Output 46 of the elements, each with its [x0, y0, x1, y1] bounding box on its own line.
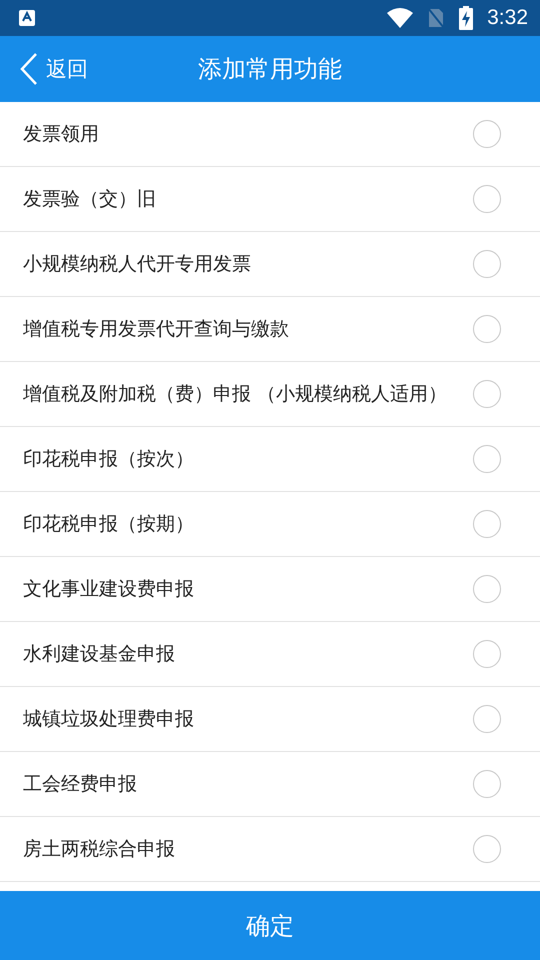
function-option[interactable]: 文化事业建设费申报: [0, 557, 540, 622]
radio-button[interactable]: [473, 770, 501, 798]
back-label: 返回: [46, 56, 88, 83]
no-sim-icon: [427, 7, 446, 29]
function-label: 文化事业建设费申报: [23, 577, 194, 602]
radio-button[interactable]: [473, 640, 501, 668]
radio-button[interactable]: [473, 315, 501, 343]
function-option[interactable]: 房土两税综合申报: [0, 817, 540, 882]
back-button[interactable]: 返回: [20, 53, 88, 85]
function-label: 水利建设基金申报: [23, 642, 175, 667]
radio-button[interactable]: [473, 250, 501, 278]
chevron-left-icon: [20, 53, 38, 85]
function-label: 发票验（交）旧: [23, 187, 156, 212]
function-option[interactable]: 小规模纳税人代开专用发票: [0, 232, 540, 297]
function-label: 城镇垃圾处理费申报: [23, 707, 194, 732]
function-option[interactable]: 水利建设基金申报: [0, 622, 540, 687]
radio-button[interactable]: [473, 120, 501, 148]
function-option[interactable]: 城镇垃圾处理费申报: [0, 687, 540, 752]
radio-button[interactable]: [473, 705, 501, 733]
radio-button[interactable]: [473, 380, 501, 408]
function-label: 印花税申报（按期）: [23, 512, 194, 537]
function-option[interactable]: 发票验（交）旧: [0, 167, 540, 232]
wifi-icon: [387, 8, 414, 28]
radio-button[interactable]: [473, 835, 501, 863]
function-option[interactable]: 印花税申报（按期）: [0, 492, 540, 557]
radio-button[interactable]: [473, 510, 501, 538]
page-title: 添加常用功能: [198, 54, 342, 85]
function-option[interactable]: 印花税申报（按次）: [0, 427, 540, 492]
function-label: 发票领用: [23, 122, 99, 147]
radio-button[interactable]: [473, 185, 501, 213]
function-label: 印花税申报（按次）: [23, 447, 194, 472]
function-label: 增值税及附加税（费）申报 （小规模纳税人适用）: [23, 382, 448, 407]
function-option[interactable]: 增值税专用发票代开查询与缴款: [0, 297, 540, 362]
radio-button[interactable]: [473, 575, 501, 603]
app-notification-icon: [19, 10, 35, 26]
confirm-button[interactable]: 确定: [0, 891, 540, 960]
function-option[interactable]: 增值税及附加税（费）申报 （小规模纳税人适用）: [0, 362, 540, 427]
radio-button[interactable]: [473, 445, 501, 473]
battery-icon: [459, 6, 474, 30]
function-option[interactable]: 工会经费申报: [0, 752, 540, 817]
function-label: 房土两税综合申报: [23, 837, 175, 862]
function-option[interactable]: 发票领用: [0, 102, 540, 167]
function-label: 增值税专用发票代开查询与缴款: [23, 317, 289, 342]
function-label: 小规模纳税人代开专用发票: [23, 252, 251, 277]
function-label: 工会经费申报: [23, 772, 137, 797]
status-time: 3:32: [487, 6, 528, 30]
